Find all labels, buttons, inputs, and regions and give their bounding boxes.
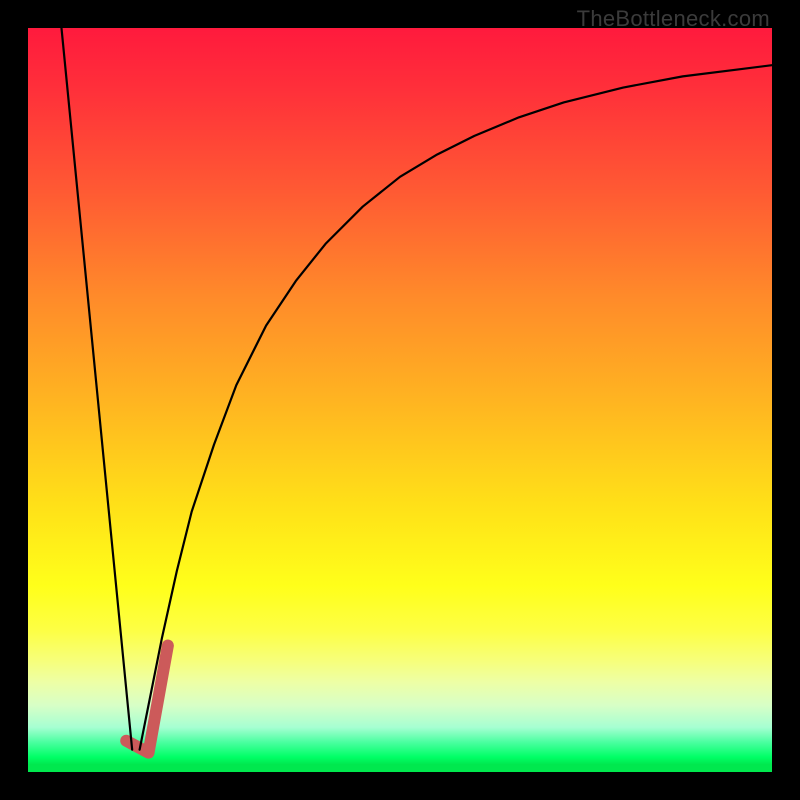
series-marker-tick bbox=[126, 646, 168, 753]
plot-area bbox=[28, 28, 772, 772]
chart-frame: TheBottleneck.com bbox=[0, 0, 800, 800]
series-left-line bbox=[61, 28, 132, 750]
chart-svg bbox=[28, 28, 772, 772]
series-right-curve bbox=[140, 65, 772, 749]
